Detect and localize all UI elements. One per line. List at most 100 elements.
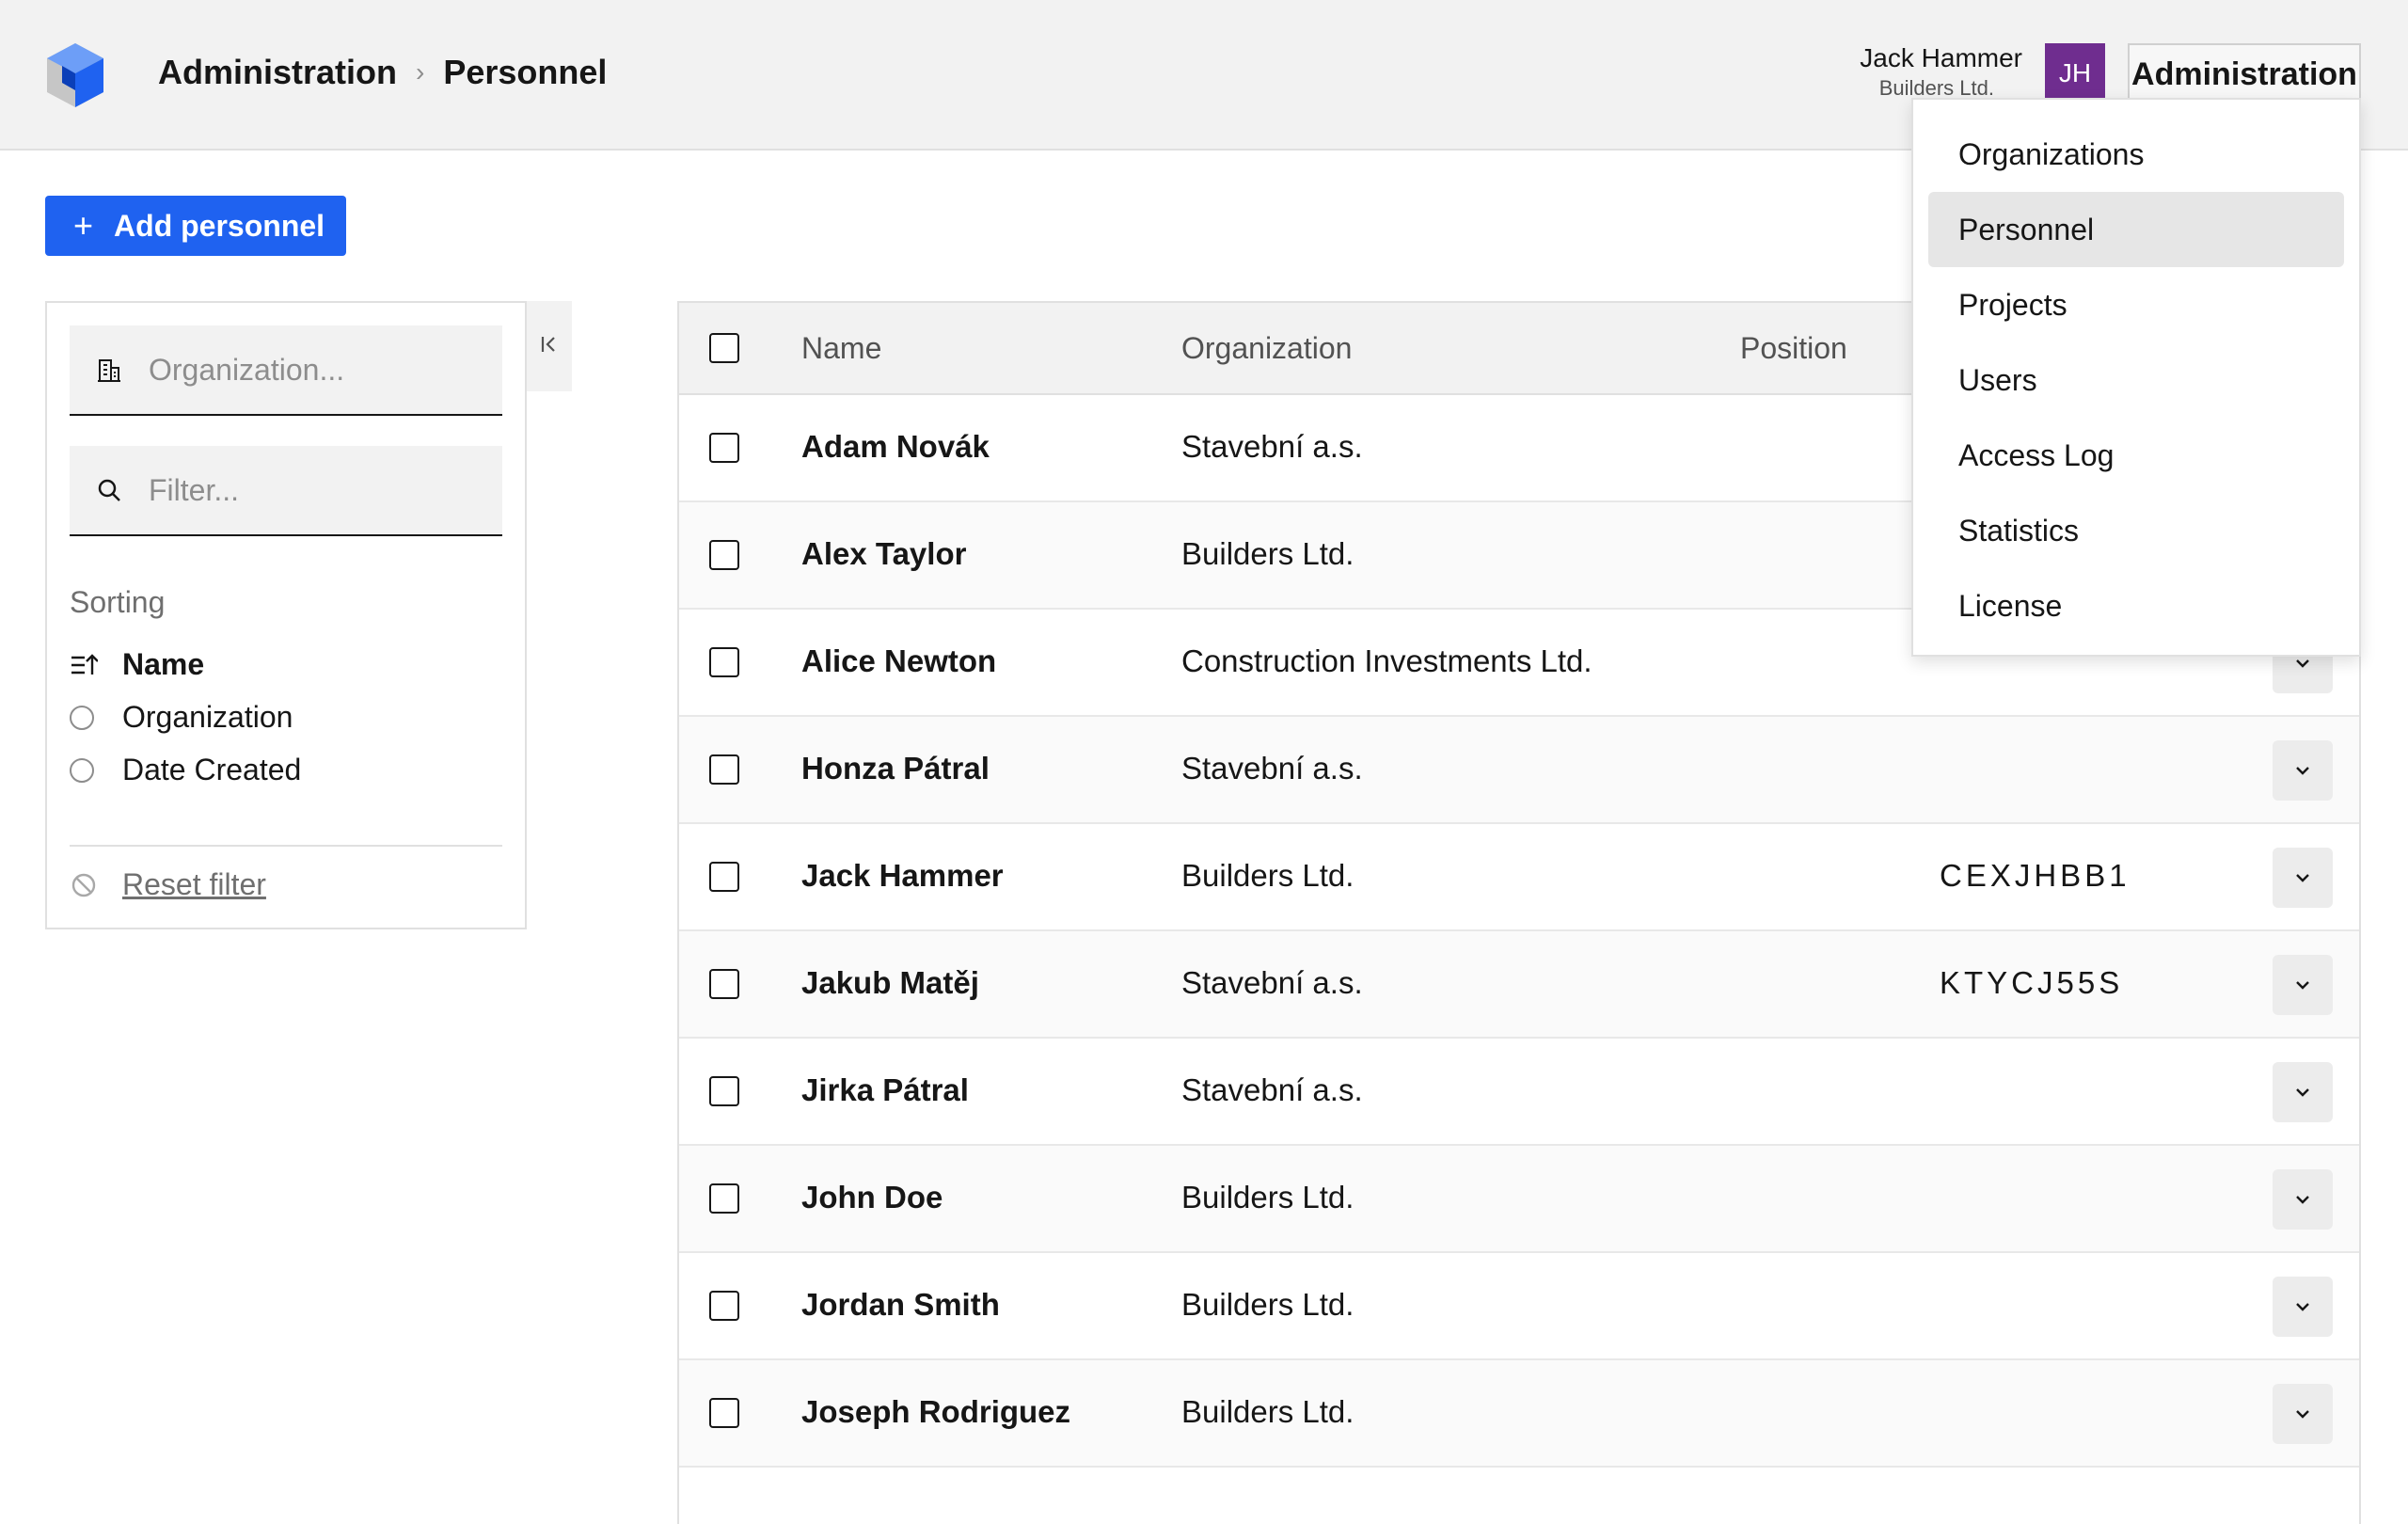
row-checkbox[interactable] [709, 754, 739, 785]
sort-option-label: Organization [122, 700, 293, 734]
row-checkbox[interactable] [709, 540, 739, 570]
menu-item-users[interactable]: Users [1928, 342, 2344, 418]
cell-organization: Builders Ltd. [1181, 858, 1354, 893]
menu-item-projects[interactable]: Projects [1928, 267, 2344, 342]
cell-name[interactable]: Alex Taylor [801, 536, 966, 572]
chevron-down-icon [2296, 874, 2309, 882]
sort-option-organization[interactable]: Organization [70, 700, 293, 735]
collapse-sidebar-button[interactable] [527, 301, 572, 391]
cell-code: KTYCJ55S [1940, 965, 2124, 1000]
table-row[interactable]: Joseph Rodriguez Builders Ltd. [679, 1360, 2359, 1468]
cell-organization: Stavební a.s. [1181, 965, 1363, 1000]
chevron-down-icon [2296, 1196, 2309, 1204]
table-row[interactable]: Jakub Matěj Stavební a.s. KTYCJ55S [679, 931, 2359, 1039]
select-all-checkbox[interactable] [709, 333, 739, 363]
chevron-down-icon [2296, 1303, 2309, 1311]
add-personnel-label: Add personnel [114, 208, 325, 243]
add-personnel-button[interactable]: + Add personnel [45, 196, 346, 256]
cell-organization: Stavební a.s. [1181, 751, 1363, 786]
radio-icon [70, 705, 94, 730]
cell-name[interactable]: Jordan Smith [801, 1287, 1000, 1323]
row-checkbox[interactable] [709, 862, 739, 892]
chevron-down-icon [2296, 767, 2309, 775]
administration-dropdown-menu: Organizations Personnel Projects Users A… [1911, 98, 2361, 657]
table-row[interactable]: Honza Pátral Stavební a.s. [679, 717, 2359, 824]
user-info[interactable]: Jack Hammer Builders Ltd. [1721, 41, 2022, 102]
chevron-down-icon [2296, 659, 2309, 668]
row-expand-button[interactable] [2273, 740, 2333, 801]
sidebar-divider [70, 845, 502, 847]
breadcrumb-item-personnel: Personnel [443, 53, 608, 91]
row-checkbox[interactable] [709, 647, 739, 677]
cell-organization: Stavební a.s. [1181, 429, 1363, 464]
sort-option-date-created[interactable]: Date Created [70, 753, 301, 787]
row-expand-button[interactable] [2273, 1169, 2333, 1230]
row-checkbox[interactable] [709, 433, 739, 463]
row-checkbox[interactable] [709, 1291, 739, 1321]
sorting-title: Sorting [70, 585, 166, 619]
cell-organization: Builders Ltd. [1181, 536, 1354, 571]
sort-ascending-icon [70, 652, 122, 678]
filter-sidebar: Organization... Filter... Sorting Name O… [45, 301, 527, 929]
row-checkbox[interactable] [709, 1183, 739, 1214]
breadcrumb-item-administration[interactable]: Administration [158, 53, 397, 92]
menu-item-organizations[interactable]: Organizations [1928, 117, 2344, 192]
cell-name[interactable]: Joseph Rodriguez [801, 1394, 1070, 1430]
cell-name[interactable]: Alice Newton [801, 643, 996, 679]
cell-name[interactable]: Honza Pátral [801, 751, 990, 786]
row-checkbox[interactable] [709, 1076, 739, 1106]
app-logo-icon[interactable] [45, 41, 105, 109]
chevron-down-icon [2296, 1410, 2309, 1419]
filter-placeholder: Filter... [149, 472, 240, 507]
cell-organization: Stavební a.s. [1181, 1072, 1363, 1107]
cell-organization: Builders Ltd. [1181, 1394, 1354, 1429]
table-row[interactable]: John Doe Builders Ltd. [679, 1146, 2359, 1253]
cell-name[interactable]: Jack Hammer [801, 858, 1004, 894]
table-row[interactable]: Jack Hammer Builders Ltd. CEXJHBB1 [679, 824, 2359, 931]
sort-option-label: Name [122, 647, 205, 681]
column-header-organization[interactable]: Organization [1181, 331, 1352, 366]
column-header-name[interactable]: Name [801, 331, 881, 366]
user-name: Jack Hammer [1860, 43, 2022, 72]
breadcrumb-separator-icon: › [416, 57, 425, 87]
row-expand-button[interactable] [2273, 955, 2333, 1015]
cell-code: CEXJHBB1 [1940, 858, 2131, 893]
cell-organization: Construction Investments Ltd. [1181, 643, 1592, 678]
cell-name[interactable]: John Doe [801, 1180, 943, 1215]
menu-item-license[interactable]: License [1928, 568, 2344, 643]
building-icon [96, 357, 130, 383]
cell-name[interactable]: Adam Novák [801, 429, 990, 465]
row-checkbox[interactable] [709, 1398, 739, 1428]
plus-icon: + [73, 206, 94, 245]
filter-input[interactable]: Filter... [70, 446, 502, 536]
organization-placeholder: Organization... [149, 352, 345, 387]
sort-option-name[interactable]: Name [70, 647, 204, 682]
reset-filter-label: Reset filter [122, 867, 266, 901]
administration-menu-button[interactable]: Administration [2128, 43, 2361, 103]
menu-item-access-log[interactable]: Access Log [1928, 418, 2344, 493]
radio-icon [70, 757, 94, 783]
chevron-down-icon [2296, 981, 2309, 990]
row-expand-button[interactable] [2273, 848, 2333, 908]
reset-filter-link[interactable]: Reset filter [70, 867, 266, 902]
collapse-left-icon [539, 332, 560, 361]
sort-option-label: Date Created [122, 753, 302, 786]
row-expand-button[interactable] [2273, 1277, 2333, 1337]
cell-name[interactable]: Jakub Matěj [801, 965, 979, 1001]
row-expand-button[interactable] [2273, 1384, 2333, 1444]
menu-item-personnel[interactable]: Personnel [1928, 192, 2344, 267]
cell-organization: Builders Ltd. [1181, 1180, 1354, 1214]
cell-organization: Builders Ltd. [1181, 1287, 1354, 1322]
row-checkbox[interactable] [709, 969, 739, 999]
prohibited-icon [70, 871, 122, 899]
breadcrumb: Administration › Personnel [158, 53, 607, 92]
row-expand-button[interactable] [2273, 1062, 2333, 1122]
search-icon [96, 477, 130, 503]
column-header-position[interactable]: Position [1740, 331, 1847, 366]
avatar[interactable]: JH [2045, 43, 2105, 103]
menu-item-statistics[interactable]: Statistics [1928, 493, 2344, 568]
organization-filter-input[interactable]: Organization... [70, 325, 502, 416]
table-row[interactable]: Jirka Pátral Stavební a.s. [679, 1039, 2359, 1146]
table-row[interactable]: Jordan Smith Builders Ltd. [679, 1253, 2359, 1360]
cell-name[interactable]: Jirka Pátral [801, 1072, 969, 1108]
